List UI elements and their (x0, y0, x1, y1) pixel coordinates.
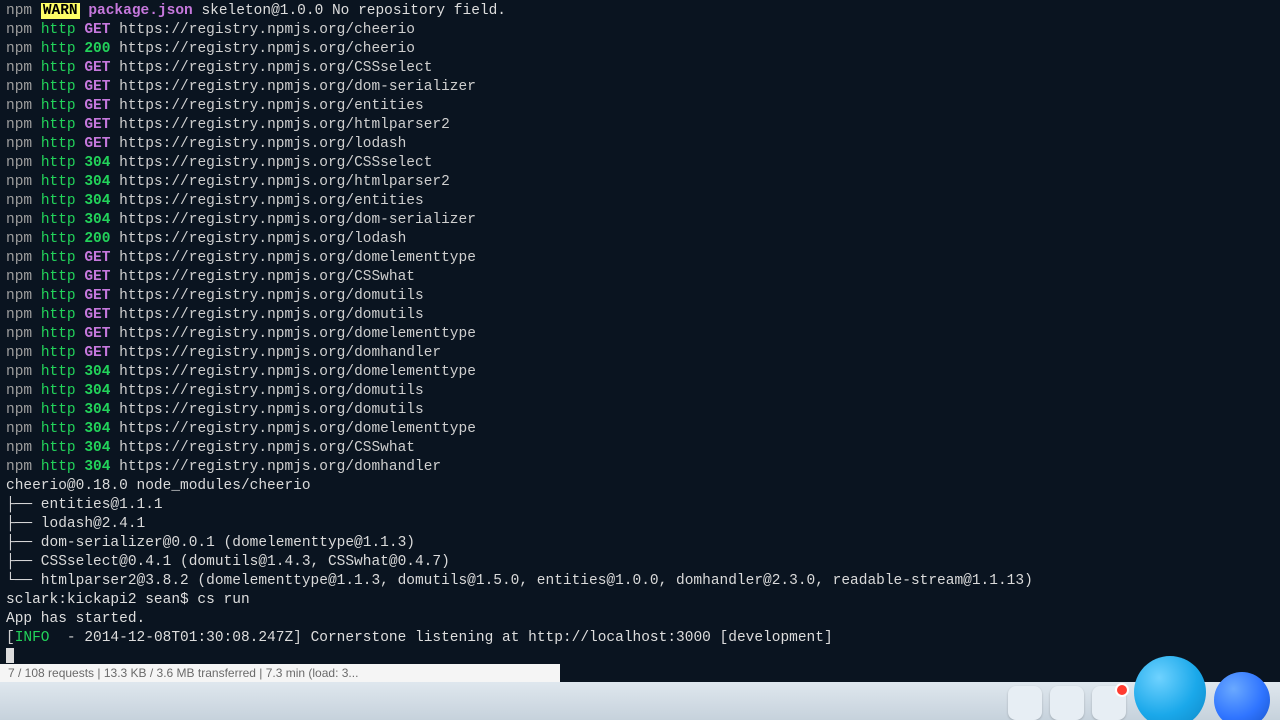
app-started: App has started. (6, 611, 145, 627)
npm-tag: npm (6, 3, 32, 19)
cursor (6, 648, 14, 663)
tree-line: ├── dom-serializer@0.0.1 (domelementtype… (6, 535, 415, 551)
dock (1008, 656, 1270, 720)
tree-line: ├── lodash@2.4.1 (6, 516, 145, 532)
network-statusbar: 7 / 108 requests | 13.3 KB / 3.6 MB tran… (0, 664, 560, 682)
finder-icon[interactable] (1008, 686, 1042, 720)
warn-tag: WARN (41, 3, 80, 19)
tree-line: └── htmlparser2@3.8.2 (domelementtype@1.… (6, 573, 1033, 589)
taskbar (0, 682, 1280, 720)
tree-line: ├── CSSselect@0.4.1 (domutils@1.4.3, CSS… (6, 554, 450, 570)
warn-msg: skeleton@1.0.0 No repository field. (201, 3, 506, 19)
shell-prompt: sclark:kickapi2 sean$ cs run (6, 592, 250, 608)
warn-pkg: package.json (88, 3, 192, 19)
info-msg: Cornerstone listening at http://localhos… (311, 630, 833, 646)
translate-icon[interactable] (1092, 686, 1126, 720)
tree-line: ├── entities@1.1.1 (6, 497, 163, 513)
messenger-icon[interactable] (1214, 672, 1270, 720)
info-ts: 2014-12-08T01:30:08.247Z (84, 630, 293, 646)
terminal[interactable]: npm WARN package.json skeleton@1.0.0 No … (0, 0, 1280, 660)
install-header: cheerio@0.18.0 node_modules/cheerio (6, 478, 311, 494)
info-tag: INFO (15, 630, 50, 646)
shazam-icon[interactable] (1050, 686, 1084, 720)
skype-icon[interactable] (1134, 656, 1206, 720)
